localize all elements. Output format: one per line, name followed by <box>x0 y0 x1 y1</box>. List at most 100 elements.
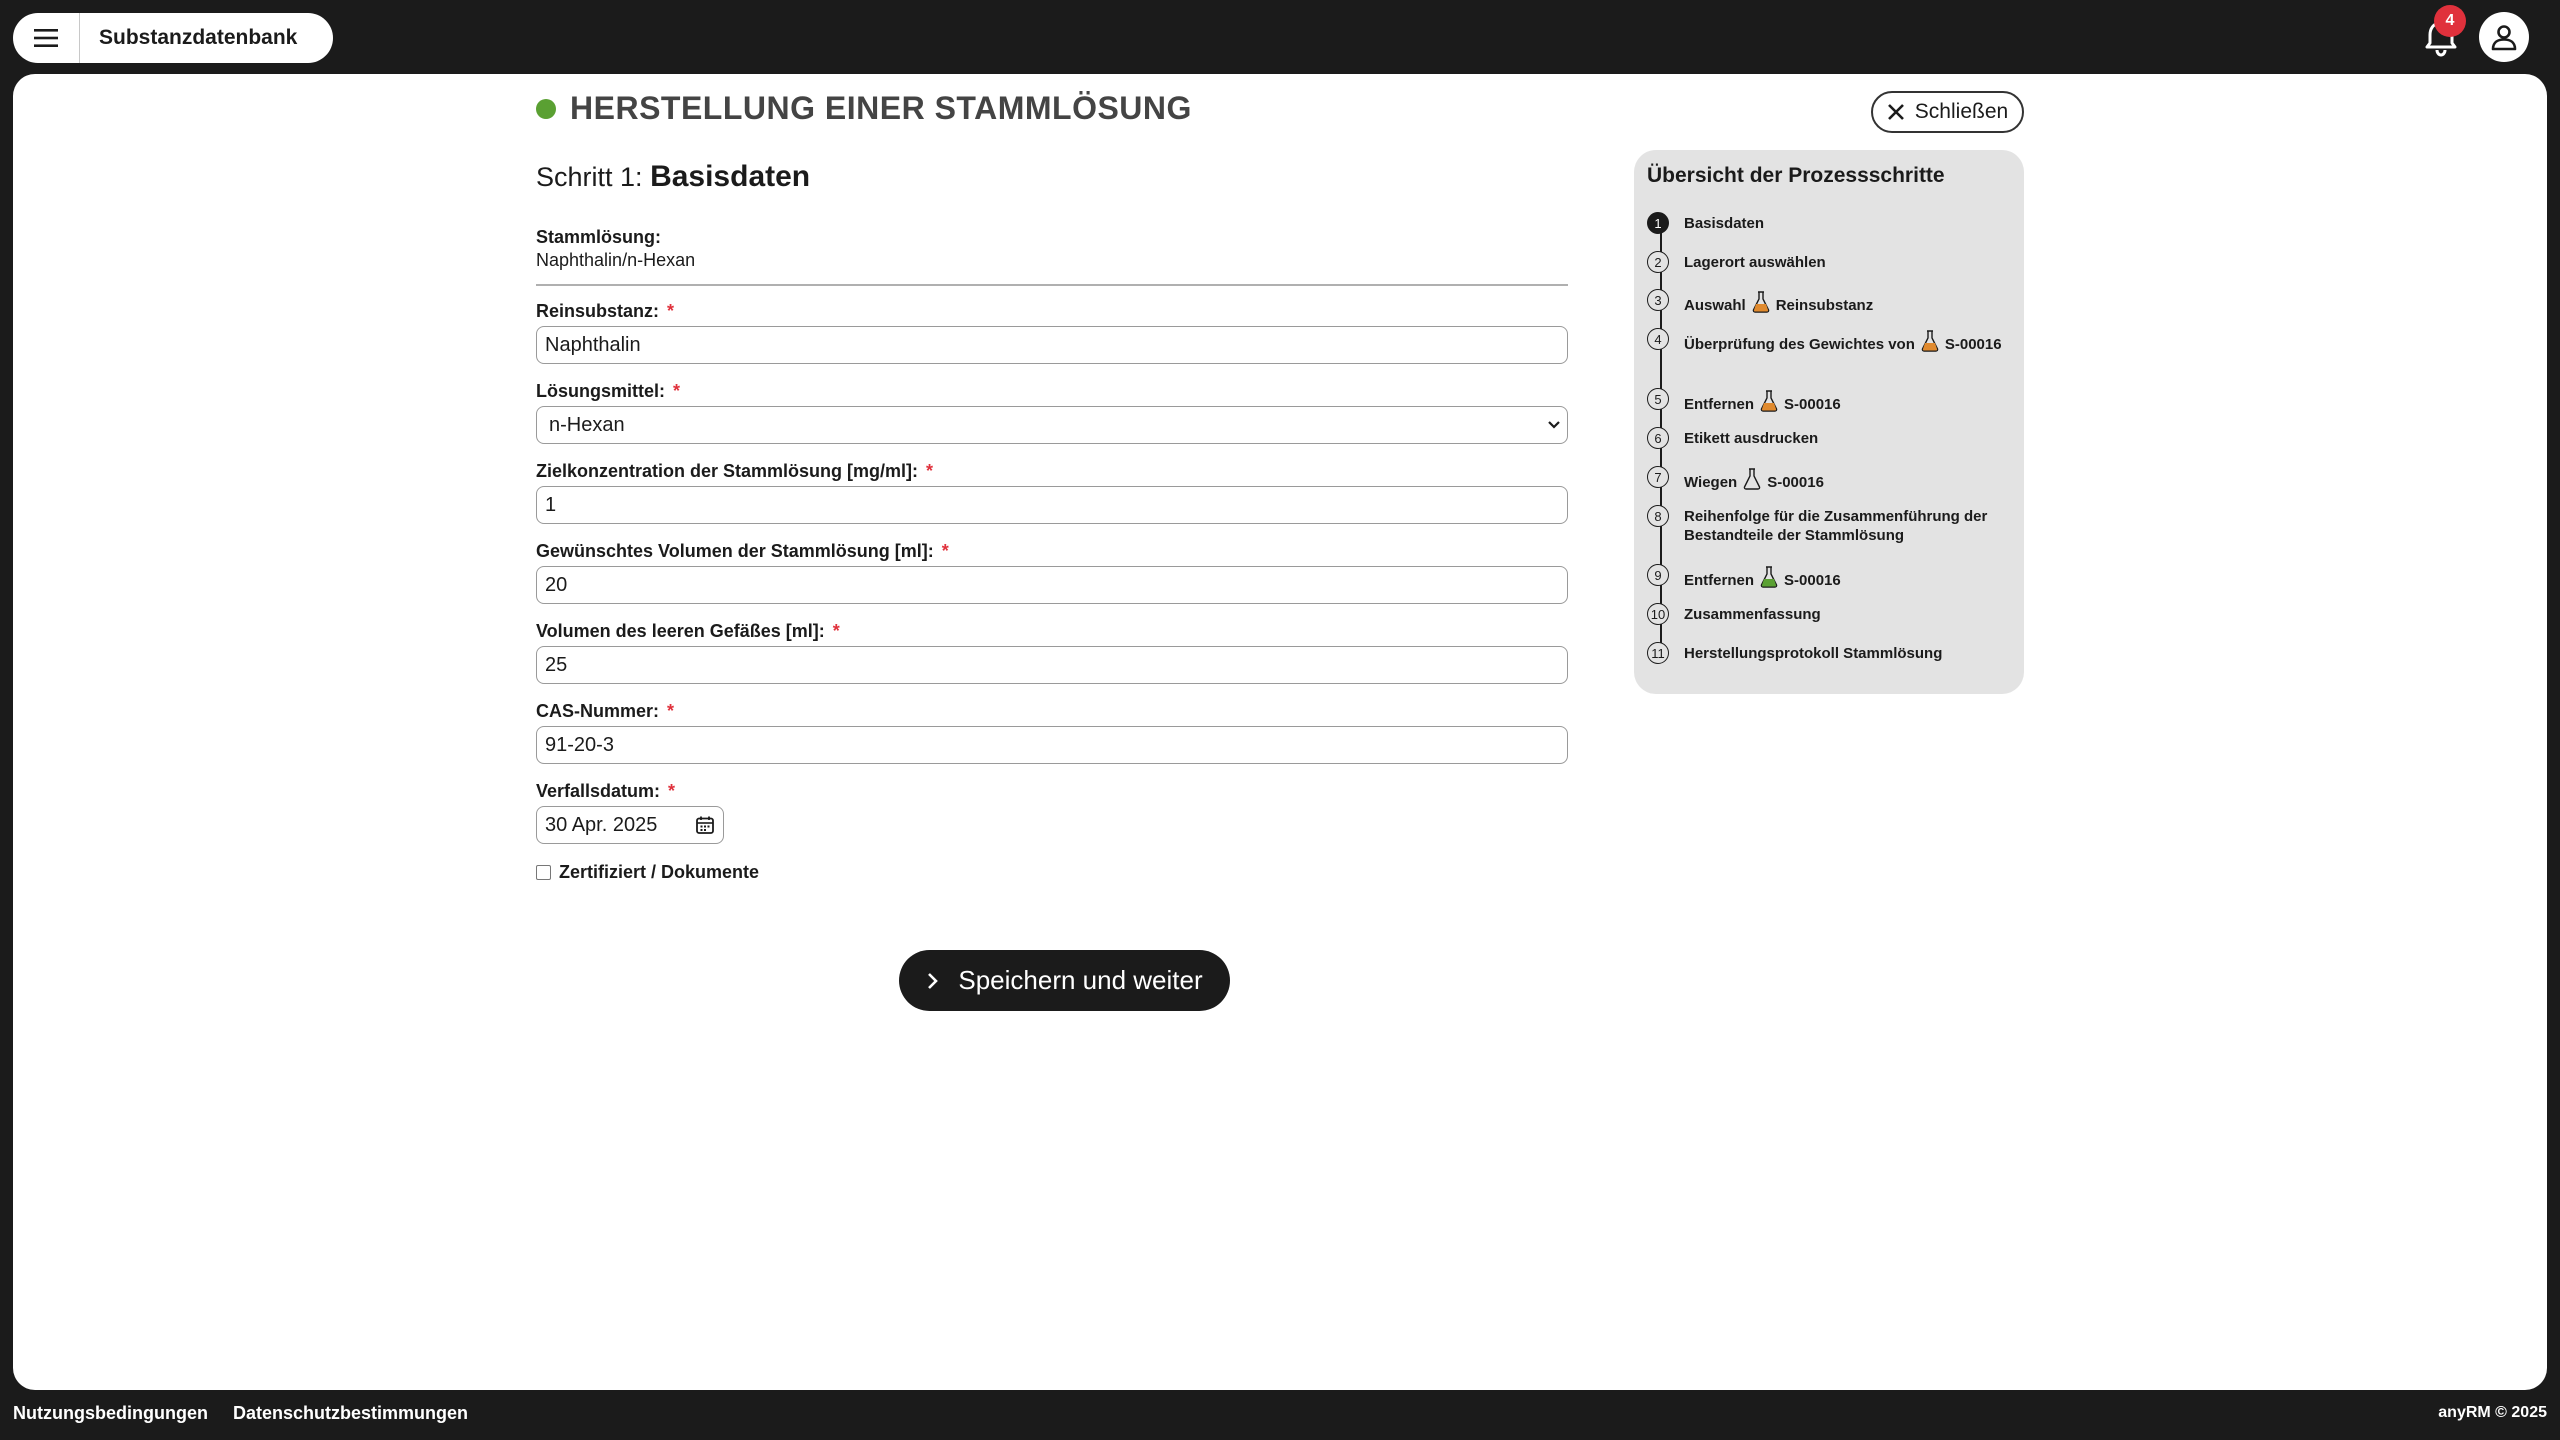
step-number: 9 <box>1647 564 1669 586</box>
chevron-right-icon <box>928 972 939 989</box>
stock-solution-value: Naphthalin/n-Hexan <box>536 250 696 270</box>
step-number: 6 <box>1647 427 1669 449</box>
process-step: 4 Überprüfung des Gewichtes von S-00016 <box>1647 328 2004 354</box>
step-number: 5 <box>1647 388 1669 410</box>
concentration-label-row: Zielkonzentration der Stammlösung [mg/ml… <box>536 461 933 482</box>
process-step: 8 Reihenfolge für die Zusammenführung de… <box>1647 505 2004 545</box>
app-title[interactable]: Substanzdatenbank <box>80 26 297 50</box>
flask-orange-icon <box>1921 330 1939 352</box>
expiry-label: Verfallsdatum: <box>536 781 661 801</box>
step-label-part: S-00016 <box>1784 572 1841 589</box>
cas-input[interactable]: 91-20-3 <box>536 726 1568 764</box>
substance-value: Naphthalin <box>545 333 641 356</box>
expiry-date-input[interactable]: 30 Apr. 2025 <box>536 806 724 844</box>
flask-orange-icon <box>1752 291 1770 313</box>
empty-volume-input[interactable]: 25 <box>536 646 1568 684</box>
step-label-part: Überprüfung des Gewichtes von <box>1684 336 1915 353</box>
save-label: Speichern und weiter <box>958 965 1203 995</box>
cas-label-row: CAS-Nummer: * <box>536 701 674 722</box>
solvent-select[interactable]: n-Hexan <box>536 406 1568 444</box>
substance-input[interactable]: Naphthalin <box>536 326 1568 364</box>
concentration-label: Zielkonzentration der Stammlösung [mg/ml… <box>536 461 919 481</box>
certified-label[interactable]: Zertifiziert / Dokumente <box>559 862 759 883</box>
expiry-label-row: Verfallsdatum: * <box>536 781 675 802</box>
step-label-part: Entfernen <box>1684 396 1755 413</box>
step-label-part: S-00016 <box>1784 396 1841 413</box>
close-button[interactable]: Schließen <box>1871 91 2024 133</box>
chevron-down-icon <box>1548 421 1560 429</box>
page-title: HERSTELLUNG EINER STAMMLÖSUNG <box>570 90 1192 126</box>
cas-value: 91-20-3 <box>545 733 614 756</box>
required-marker: * <box>941 541 949 561</box>
concentration-value: 1 <box>545 493 557 516</box>
required-marker: * <box>668 781 676 801</box>
step-heading: Schritt 1: Basisdaten <box>536 160 810 194</box>
close-label: Schließen <box>1914 100 2009 123</box>
expiry-value: 30 Apr. 2025 <box>545 813 658 836</box>
required-marker: * <box>673 381 681 401</box>
user-icon <box>2491 25 2517 51</box>
step-label-part: Entfernen <box>1684 572 1755 589</box>
save-and-continue-button[interactable]: Speichern und weiter <box>899 950 1230 1011</box>
process-step: 9 Entfernen S-00016 <box>1647 564 2004 590</box>
page-header: HERSTELLUNG EINER STAMMLÖSUNG <box>536 90 1192 127</box>
step-label: Basisdaten <box>1684 215 1765 232</box>
process-step: 6 Etikett ausdrucken <box>1647 427 2004 449</box>
hamburger-icon <box>34 29 58 47</box>
process-step: 1 Basisdaten <box>1647 212 2004 234</box>
terms-link[interactable]: Nutzungsbedingungen <box>13 1403 208 1424</box>
close-icon <box>1887 104 1904 120</box>
step-label: Herstellungsprotokoll Stammlösung <box>1684 645 1943 662</box>
app-menu-pill: Substanzdatenbank <box>13 13 333 63</box>
process-step: 5 Entfernen S-00016 <box>1647 388 2004 414</box>
status-dot <box>536 98 556 119</box>
step-label: Entfernen S-00016 <box>1684 388 2004 414</box>
stock-solution-label: Stammlösung: <box>536 227 662 247</box>
step-label-part: Auswahl <box>1684 297 1746 314</box>
step-label: Lagerort auswählen <box>1684 254 1826 271</box>
volume-input[interactable]: 20 <box>536 566 1568 604</box>
cas-label: CAS-Nummer: <box>536 701 660 721</box>
step-prefix: Schritt 1: <box>536 162 643 192</box>
step-label: Etikett ausdrucken <box>1684 430 1819 447</box>
step-label-part: S-00016 <box>1944 336 2002 353</box>
step-label: Überprüfung des Gewichtes von S-00016 <box>1684 328 2004 354</box>
required-marker: * <box>832 621 840 641</box>
step-label-part: Reinsubstanz <box>1775 297 1874 314</box>
step-number: 10 <box>1647 603 1669 625</box>
certified-row: Zertifiziert / Dokumente <box>536 862 759 883</box>
step-number: 8 <box>1647 505 1669 527</box>
step-label: Zusammenfassung <box>1684 606 1821 623</box>
hamburger-menu-button[interactable] <box>13 13 80 63</box>
notification-count-badge: 4 <box>2434 5 2466 37</box>
concentration-input[interactable]: 1 <box>536 486 1568 524</box>
required-marker: * <box>667 301 675 321</box>
flask-orange-icon <box>1760 390 1778 412</box>
top-bar: Substanzdatenbank 4 <box>0 0 2560 74</box>
step-label-part: Wiegen <box>1684 474 1738 491</box>
volume-label-row: Gewünschtes Volumen der Stammlösung [ml]… <box>536 541 949 562</box>
footer-links: Nutzungsbedingungen Datenschutzbestimmun… <box>13 1403 493 1424</box>
empty-volume-value: 25 <box>545 653 568 676</box>
process-step: 11 Herstellungsprotokoll Stammlösung <box>1647 642 2004 664</box>
step-number: 11 <box>1647 642 1669 664</box>
step-number: 3 <box>1647 289 1669 311</box>
process-step: 2 Lagerort auswählen <box>1647 251 2004 273</box>
process-steps-panel: Übersicht der Prozessschritte 1 Basisdat… <box>1634 150 2024 694</box>
substance-label-row: Reinsubstanz: * <box>536 301 674 322</box>
user-profile-button[interactable] <box>2479 12 2529 62</box>
flask-green-icon <box>1760 566 1778 588</box>
calendar-icon[interactable] <box>695 815 715 835</box>
step-number: 2 <box>1647 251 1669 273</box>
step-label: Wiegen S-00016 <box>1684 466 2004 492</box>
privacy-link[interactable]: Datenschutzbestimmungen <box>233 1403 468 1424</box>
process-steps-title: Übersicht der Prozessschritte <box>1647 164 1945 187</box>
certified-checkbox[interactable] <box>536 865 551 880</box>
step-number: 7 <box>1647 466 1669 488</box>
substance-label: Reinsubstanz: <box>536 301 660 321</box>
empty-volume-label-row: Volumen des leeren Gefäßes [ml]: * <box>536 621 840 642</box>
required-marker: * <box>926 461 934 481</box>
step-name: Basisdaten <box>650 160 811 193</box>
step-label: Auswahl Reinsubstanz <box>1684 289 2004 315</box>
empty-volume-label: Volumen des leeren Gefäßes [ml]: <box>536 621 825 641</box>
